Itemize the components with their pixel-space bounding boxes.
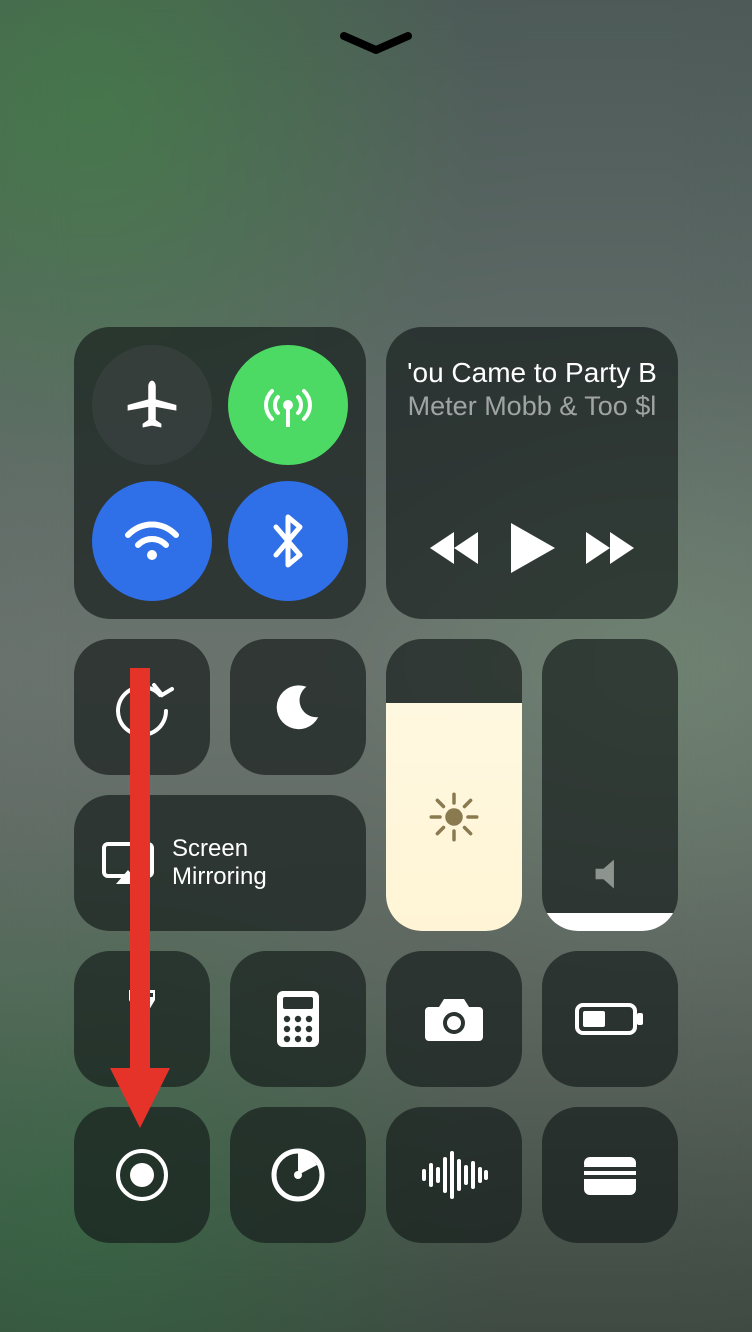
wallet-button[interactable] (542, 1107, 678, 1243)
cellular-icon (256, 373, 320, 437)
control-center: 'ou Came to Party B Meter Mobb & Too $l (74, 327, 678, 1243)
brightness-icon (426, 789, 482, 845)
voice-memos-button[interactable] (386, 1107, 522, 1243)
wifi-icon (120, 509, 184, 573)
camera-icon (423, 995, 485, 1043)
wifi-toggle[interactable] (92, 481, 212, 601)
battery-icon (575, 1001, 645, 1037)
screen-mirroring-label: Screen Mirroring (172, 835, 267, 890)
bluetooth-icon (266, 511, 310, 571)
previous-track-button[interactable] (426, 528, 486, 568)
calculator-button[interactable] (230, 951, 366, 1087)
camera-button[interactable] (386, 951, 522, 1087)
screen-record-button[interactable] (74, 1107, 210, 1243)
moon-icon (271, 680, 325, 734)
flashlight-button[interactable] (74, 951, 210, 1087)
forward-icon (578, 528, 638, 568)
bluetooth-toggle[interactable] (228, 481, 348, 601)
waveform-icon (419, 1151, 489, 1199)
screen-mirroring-icon (102, 842, 154, 884)
media-artist: Meter Mobb & Too $l (408, 391, 657, 422)
play-button[interactable] (507, 521, 557, 575)
airplane-mode-toggle[interactable] (92, 345, 212, 465)
orientation-lock-toggle[interactable] (74, 639, 210, 775)
next-track-button[interactable] (578, 528, 638, 568)
wallet-icon (580, 1151, 640, 1199)
volume-slider[interactable] (542, 639, 678, 931)
airplane-icon (122, 375, 182, 435)
timer-button[interactable] (230, 1107, 366, 1243)
rewind-icon (426, 528, 486, 568)
orientation-lock-icon (110, 675, 174, 739)
flashlight-icon (123, 988, 161, 1050)
play-icon (507, 521, 557, 575)
media-title: 'ou Came to Party B (407, 357, 657, 389)
calculator-icon (275, 989, 321, 1049)
record-icon (114, 1147, 170, 1203)
do-not-disturb-toggle[interactable] (230, 639, 366, 775)
volume-icon (589, 853, 631, 895)
timer-icon (270, 1147, 326, 1203)
media-module[interactable]: 'ou Came to Party B Meter Mobb & Too $l (386, 327, 678, 619)
brightness-slider[interactable] (386, 639, 522, 931)
cellular-data-toggle[interactable] (228, 345, 348, 465)
connectivity-module[interactable] (74, 327, 366, 619)
screen-mirroring-button[interactable]: Screen Mirroring (74, 795, 366, 931)
collapse-handle[interactable] (336, 30, 416, 60)
low-power-button[interactable] (542, 951, 678, 1087)
